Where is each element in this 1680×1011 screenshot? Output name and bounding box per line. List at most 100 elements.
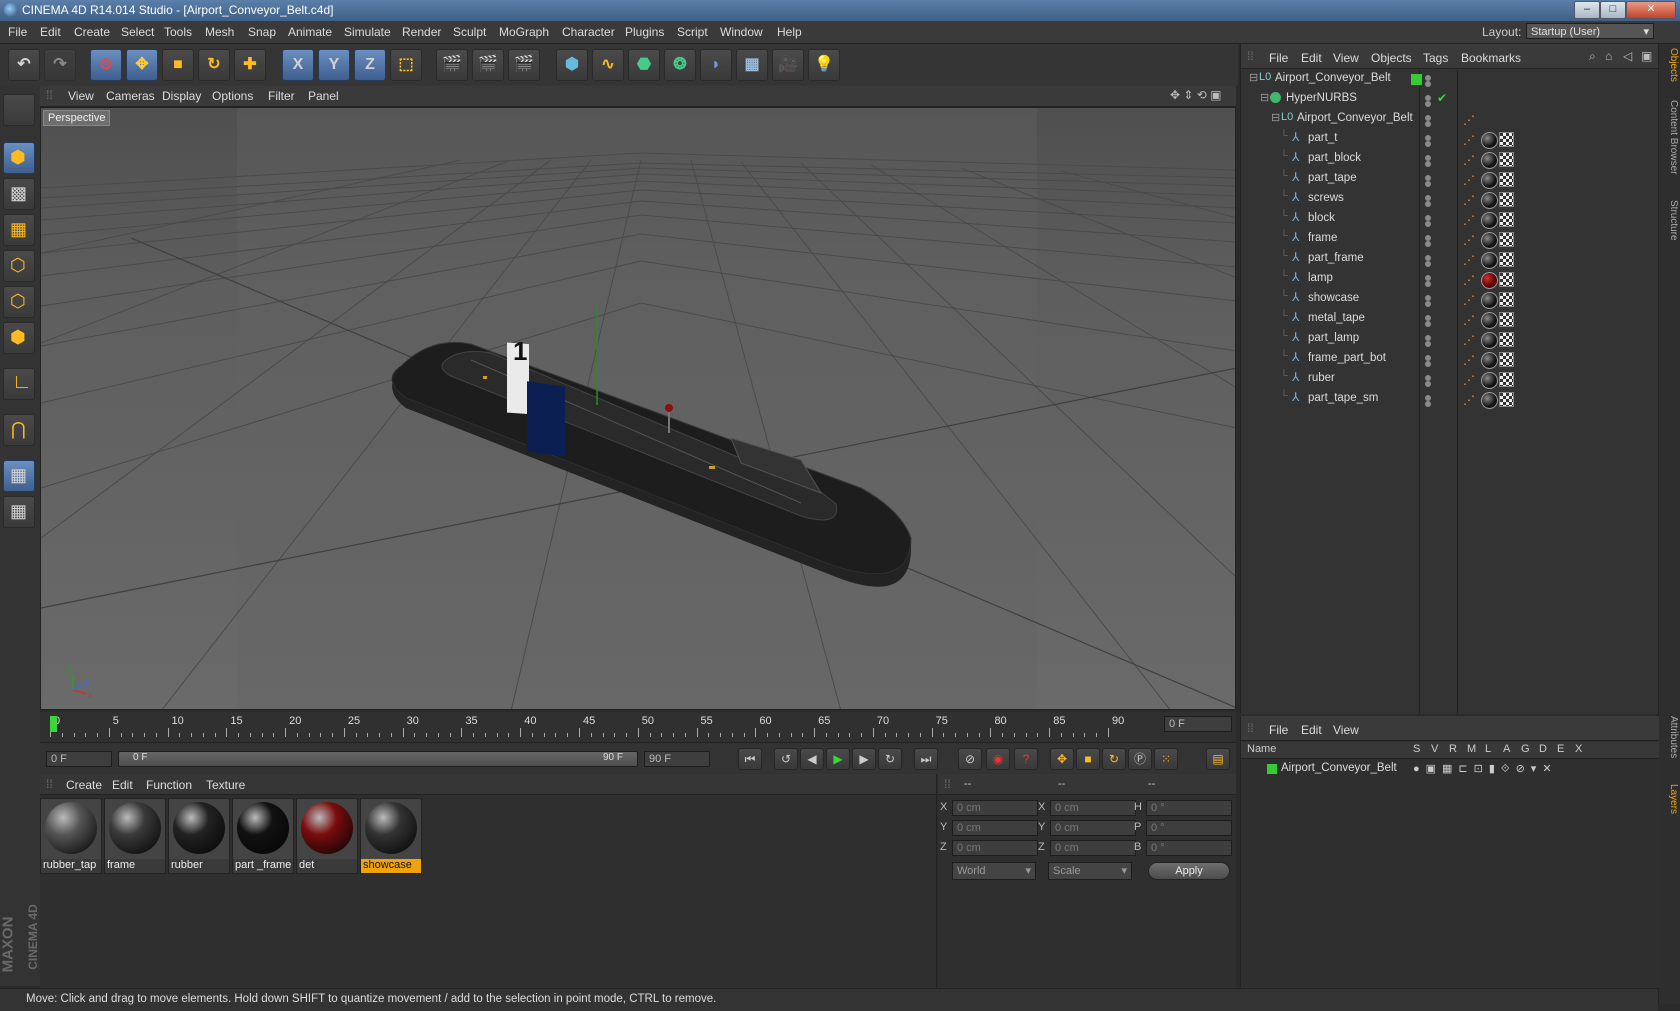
material-swatch[interactable]: part _frame: [232, 798, 294, 874]
object-name[interactable]: HyperNURBS: [1286, 92, 1357, 104]
checkmark-icon[interactable]: ✔: [1437, 91, 1447, 105]
live-selection-button[interactable]: ⊙: [90, 49, 122, 81]
coord-value-field[interactable]: 0 cm: [1050, 840, 1136, 856]
object-name[interactable]: lamp: [1308, 272, 1333, 284]
layer-color-swatch[interactable]: [1267, 764, 1277, 774]
texture-tag-icon[interactable]: ⋰: [1463, 213, 1477, 227]
side-tab-structure[interactable]: Structure: [1661, 200, 1679, 241]
render-view-button[interactable]: 🎬: [436, 49, 468, 81]
materials-menu-function[interactable]: Function: [146, 778, 192, 792]
object-row[interactable]: └ ⅄ part_block ⋰: [1241, 150, 1659, 169]
minimize-button[interactable]: –: [1574, 1, 1600, 19]
viewport-menu-display[interactable]: Display: [162, 89, 201, 103]
texture-tag-icon[interactable]: ⋰: [1463, 153, 1477, 167]
menu-snap[interactable]: Snap: [248, 25, 276, 39]
objects-menu-bookmarks[interactable]: Bookmarks: [1461, 51, 1521, 65]
materials-menu-edit[interactable]: Edit: [112, 778, 133, 792]
material-swatch[interactable]: rubber_tap: [40, 798, 102, 874]
layer-color-swatch[interactable]: [1411, 74, 1422, 85]
layers-menu-view[interactable]: View: [1333, 723, 1359, 737]
side-tab-attributes[interactable]: Attributes: [1661, 716, 1679, 758]
coord-value-field[interactable]: 0 cm: [1050, 800, 1136, 816]
object-name[interactable]: frame_part_bot: [1308, 352, 1386, 364]
menu-character[interactable]: Character: [562, 25, 615, 39]
layer-column-header[interactable]: A: [1503, 743, 1510, 755]
render-visibility-dot[interactable]: [1425, 321, 1431, 327]
material-tag-icon[interactable]: [1481, 252, 1498, 269]
move-tool-button[interactable]: ✥: [126, 49, 158, 81]
texture-mode-button[interactable]: ▩: [3, 178, 35, 210]
menu-help[interactable]: Help: [777, 25, 802, 39]
materials-menu-texture[interactable]: Texture: [206, 778, 245, 792]
texture-tag-icon[interactable]: ⋰: [1463, 353, 1477, 367]
layer-column-header[interactable]: D: [1539, 743, 1547, 755]
uvw-tag-icon[interactable]: [1499, 352, 1514, 367]
add-light-button[interactable]: 💡: [808, 49, 840, 81]
uvw-tag-icon[interactable]: [1499, 312, 1514, 327]
object-name[interactable]: ruber: [1308, 372, 1335, 384]
material-tag-icon[interactable]: [1481, 272, 1498, 289]
material-tag-icon[interactable]: [1481, 192, 1498, 209]
magnet-button[interactable]: ⋂: [3, 414, 35, 446]
object-name[interactable]: metal_tape: [1308, 312, 1365, 324]
uvw-tag-icon[interactable]: [1499, 252, 1514, 267]
layer-column-header[interactable]: X: [1575, 743, 1582, 755]
viewport-menu-view[interactable]: View: [68, 89, 94, 103]
object-name[interactable]: part_t: [1308, 132, 1337, 144]
timeline-ruler[interactable]: 0 5 10 15 20 25 30 35 40 45 50 55 60 65 70 75 80 85 90 0 F: [40, 712, 1236, 742]
render-visibility-dot[interactable]: [1425, 381, 1431, 387]
uvw-tag-icon[interactable]: [1499, 392, 1514, 407]
render-visibility-dot[interactable]: [1425, 281, 1431, 287]
side-tab-layers[interactable]: Layers: [1661, 784, 1679, 814]
points-mode-button[interactable]: ⬡: [3, 250, 35, 282]
add-spline-button[interactable]: ∿: [592, 49, 624, 81]
uvw-tag-icon[interactable]: [1499, 152, 1514, 167]
material-tag-icon[interactable]: [1481, 292, 1498, 309]
viewport-nav-icons[interactable]: ✥ ⇕ ⟲ ▣: [1170, 88, 1222, 102]
uvw-tag-icon[interactable]: [1499, 212, 1514, 227]
playhead-marker[interactable]: [50, 716, 57, 732]
menu-mograph[interactable]: MoGraph: [499, 25, 549, 39]
current-frame-field[interactable]: 0 F: [1164, 716, 1232, 732]
keyframe-selection-button[interactable]: ?: [1014, 748, 1038, 770]
object-row[interactable]: └ ⅄ part_tape ⋰: [1241, 170, 1659, 189]
layer-name[interactable]: Airport_Conveyor_Belt: [1281, 762, 1397, 774]
add-nurbs-button[interactable]: ⬣: [628, 49, 660, 81]
search-icon[interactable]: ⌕: [1589, 49, 1596, 64]
uvw-tag-icon[interactable]: [1499, 232, 1514, 247]
add-mograph-button[interactable]: ❂: [664, 49, 696, 81]
object-name[interactable]: part_block: [1308, 152, 1361, 164]
add-floor-button[interactable]: ▦: [736, 49, 768, 81]
coord-value-field[interactable]: 0 °: [1146, 840, 1232, 856]
layer-column-header[interactable]: M: [1467, 743, 1476, 755]
object-row[interactable]: └ ⅄ part_frame ⋰: [1241, 250, 1659, 269]
coord-value-field[interactable]: 0 °: [1146, 820, 1232, 836]
menu-create[interactable]: Create: [74, 25, 110, 39]
y-axis-lock-button[interactable]: Y: [318, 49, 350, 81]
viewport-menu-options[interactable]: Options: [212, 89, 253, 103]
timeline-window-button[interactable]: ▤: [1206, 748, 1230, 770]
material-tag-icon[interactable]: [1481, 372, 1498, 389]
play-button[interactable]: ▶: [826, 748, 850, 770]
coord-value-field[interactable]: 0 °: [1146, 800, 1232, 816]
render-visibility-dot[interactable]: [1425, 101, 1431, 107]
uvw-tag-icon[interactable]: [1499, 332, 1514, 347]
object-name[interactable]: screws: [1308, 192, 1344, 204]
material-tag-icon[interactable]: [1481, 152, 1498, 169]
coord-value-field[interactable]: 0 cm: [952, 800, 1038, 816]
snap-settings-button[interactable]: ▦: [3, 496, 35, 528]
previous-key-button[interactable]: ↺: [774, 748, 798, 770]
start-frame-field[interactable]: 0 F: [46, 751, 112, 767]
object-row[interactable]: └ ⅄ showcase ⋰: [1241, 290, 1659, 309]
uvw-tag-icon[interactable]: [1499, 132, 1514, 147]
model-mode-button[interactable]: ⬢: [3, 142, 35, 174]
render-visibility-dot[interactable]: [1425, 241, 1431, 247]
menu-file[interactable]: File: [8, 25, 27, 39]
texture-tag-icon[interactable]: ⋰: [1463, 313, 1477, 327]
object-name[interactable]: part_lamp: [1308, 332, 1359, 344]
rotation-key-button[interactable]: ↻: [1102, 748, 1126, 770]
uvw-tag-icon[interactable]: [1499, 372, 1514, 387]
render-visibility-dot[interactable]: [1425, 361, 1431, 367]
objects-menu-edit[interactable]: Edit: [1301, 51, 1322, 65]
new-window-icon[interactable]: ▣: [1641, 49, 1652, 63]
